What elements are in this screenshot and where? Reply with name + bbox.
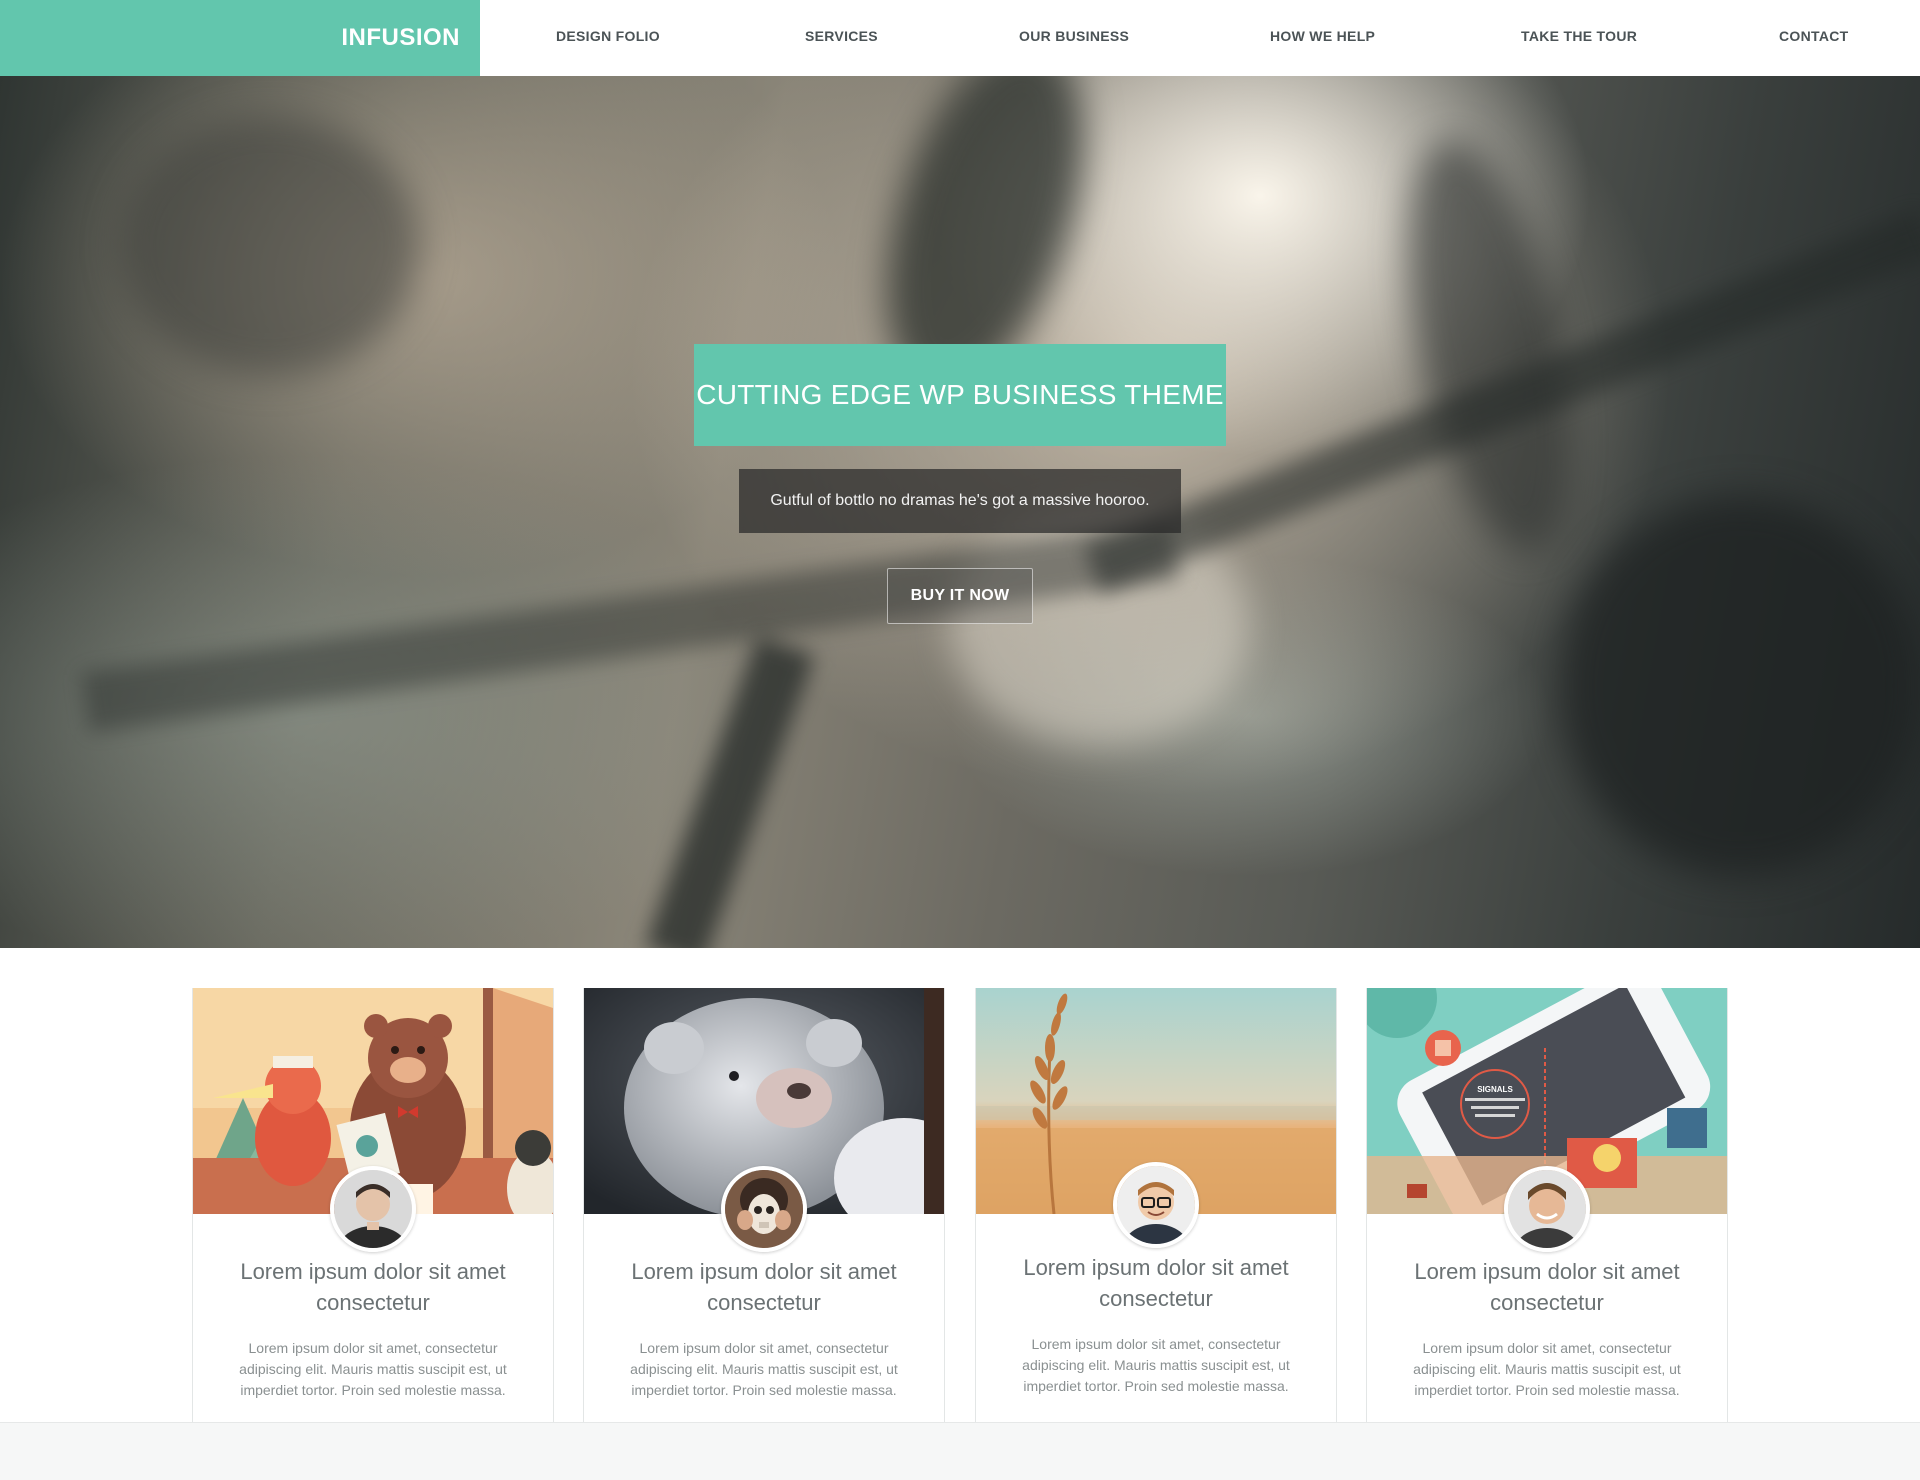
nav-item-how-we-help[interactable]: HOW WE HELP [1270,28,1375,44]
smiling-man-avatar [1504,1166,1590,1252]
feature-card[interactable]: SIGNALS Lorem ipsum dolor sit amet conse… [1366,988,1728,1424]
nav-item-contact[interactable]: CONTACT [1779,28,1849,44]
hero-subtitle: Gutful of bottlo no dramas he's got a ma… [739,469,1181,533]
feature-card[interactable]: Lorem ipsum dolor sit amet consectetur L… [192,988,554,1424]
man-avatar [330,1166,416,1252]
buy-it-now-button[interactable]: BUY IT NOW [887,568,1033,624]
hero-title: CUTTING EDGE WP BUSINESS THEME [694,344,1226,446]
card-text: Lorem ipsum dolor sit amet, consectetur … [1022,1336,1290,1394]
nav-item-take-the-tour[interactable]: TAKE THE TOUR [1521,28,1637,44]
man-glasses-avatar [1113,1162,1199,1248]
top-navigation: INFUSION DESIGN FOLIO SERVICES OUR BUSIN… [0,0,1920,76]
nav-item-design-folio[interactable]: DESIGN FOLIO [556,28,660,44]
infographic-heading: SIGNALS [1477,1085,1513,1094]
card-text: Lorem ipsum dolor sit amet, consectetur … [239,1340,507,1398]
nav-item-our-business[interactable]: OUR BUSINESS [1019,28,1129,44]
card-title: Lorem ipsum dolor sit amet consectetur [1414,1259,1680,1315]
masked-person-avatar [721,1166,807,1252]
card-title: Lorem ipsum dolor sit amet consectetur [1023,1255,1289,1311]
nav-item-services[interactable]: SERVICES [805,28,878,44]
card-text: Lorem ipsum dolor sit amet, consectetur … [630,1340,898,1398]
feature-card[interactable]: Lorem ipsum dolor sit amet consectetur L… [583,988,945,1424]
card-title: Lorem ipsum dolor sit amet consectetur [631,1259,897,1315]
hero-banner: CUTTING EDGE WP BUSINESS THEME Gutful of… [0,76,1920,948]
brand-logo[interactable]: INFUSION [0,0,480,76]
card-title: Lorem ipsum dolor sit amet consectetur [240,1259,506,1315]
feature-cards: Lorem ipsum dolor sit amet consectetur L… [192,988,1728,1424]
hero-content: CUTTING EDGE WP BUSINESS THEME Gutful of… [0,76,1920,948]
feature-card[interactable]: Lorem ipsum dolor sit amet consectetur L… [975,988,1337,1424]
card-text: Lorem ipsum dolor sit amet, consectetur … [1413,1340,1681,1398]
main-menu: DESIGN FOLIO SERVICES OUR BUSINESS HOW W… [480,0,1920,76]
footer-band [0,1422,1920,1480]
